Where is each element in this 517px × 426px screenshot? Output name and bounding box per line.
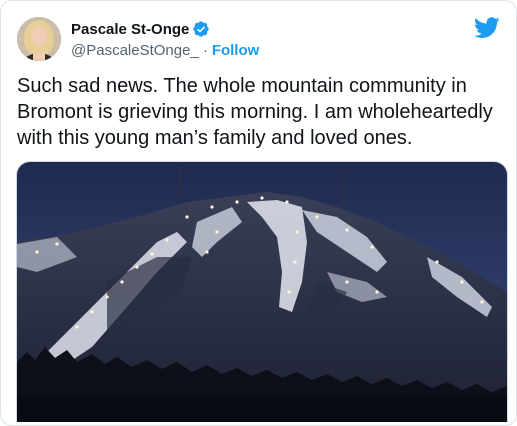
tweet-text: Such sad news. The whole mountain commun…	[17, 75, 499, 149]
tweet-card: Pascale St-Onge @PascaleStOnge_ · Follow…	[0, 0, 517, 426]
author-handle[interactable]: @PascaleStOnge_	[71, 42, 199, 59]
author-names: Pascale St-Onge @PascaleStOnge_ · Follow	[71, 19, 259, 60]
author-display-name[interactable]: Pascale St-Onge	[71, 21, 189, 38]
tweet-header: Pascale St-Onge @PascaleStOnge_ · Follow	[17, 17, 500, 61]
handle-row: @PascaleStOnge_ · Follow	[71, 40, 259, 60]
twitter-bird-icon[interactable]	[474, 17, 500, 39]
author-avatar[interactable]	[17, 17, 61, 61]
name-row: Pascale St-Onge	[71, 19, 259, 39]
avatar-image	[17, 17, 61, 61]
follow-button[interactable]: Follow	[212, 42, 260, 59]
separator-dot: ·	[202, 41, 208, 59]
tweet-photo[interactable]	[16, 161, 508, 422]
night-ski-mountain-image	[17, 162, 507, 422]
verified-badge-icon	[192, 20, 210, 38]
